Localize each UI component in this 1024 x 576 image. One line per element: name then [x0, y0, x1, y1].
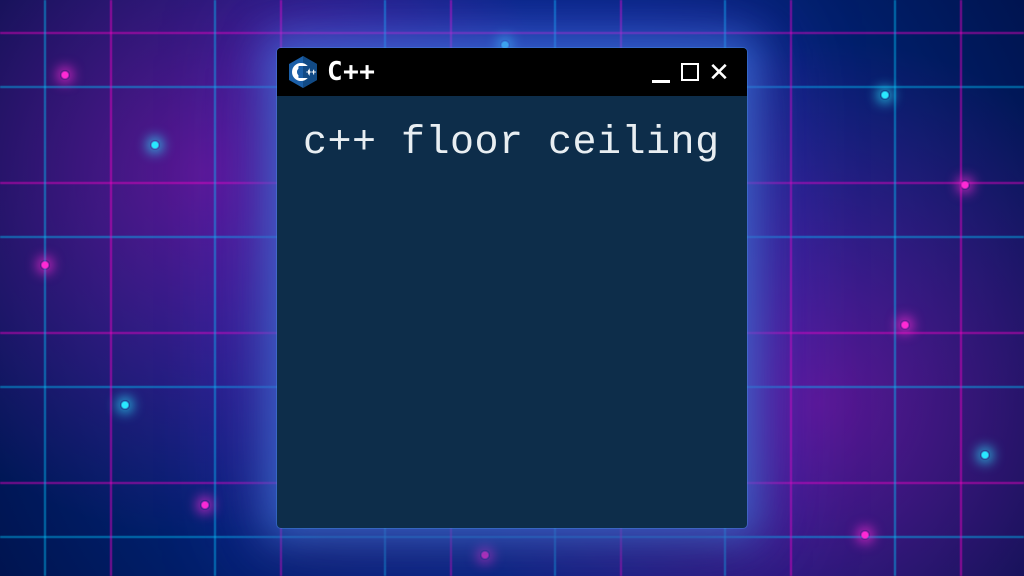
window-title: C++ [327, 57, 637, 87]
svg-text:+: + [311, 67, 316, 77]
maximize-button[interactable] [681, 63, 699, 81]
terminal-window: + + C++ ✕ c++ floor ceiling [277, 48, 747, 528]
titlebar[interactable]: + + C++ ✕ [277, 48, 747, 96]
minimize-button[interactable] [647, 61, 675, 83]
window-controls: ✕ [647, 59, 733, 85]
close-button[interactable]: ✕ [705, 59, 733, 85]
cpp-logo-icon: + + [289, 56, 317, 88]
terminal-content: c++ floor ceiling [277, 96, 747, 528]
